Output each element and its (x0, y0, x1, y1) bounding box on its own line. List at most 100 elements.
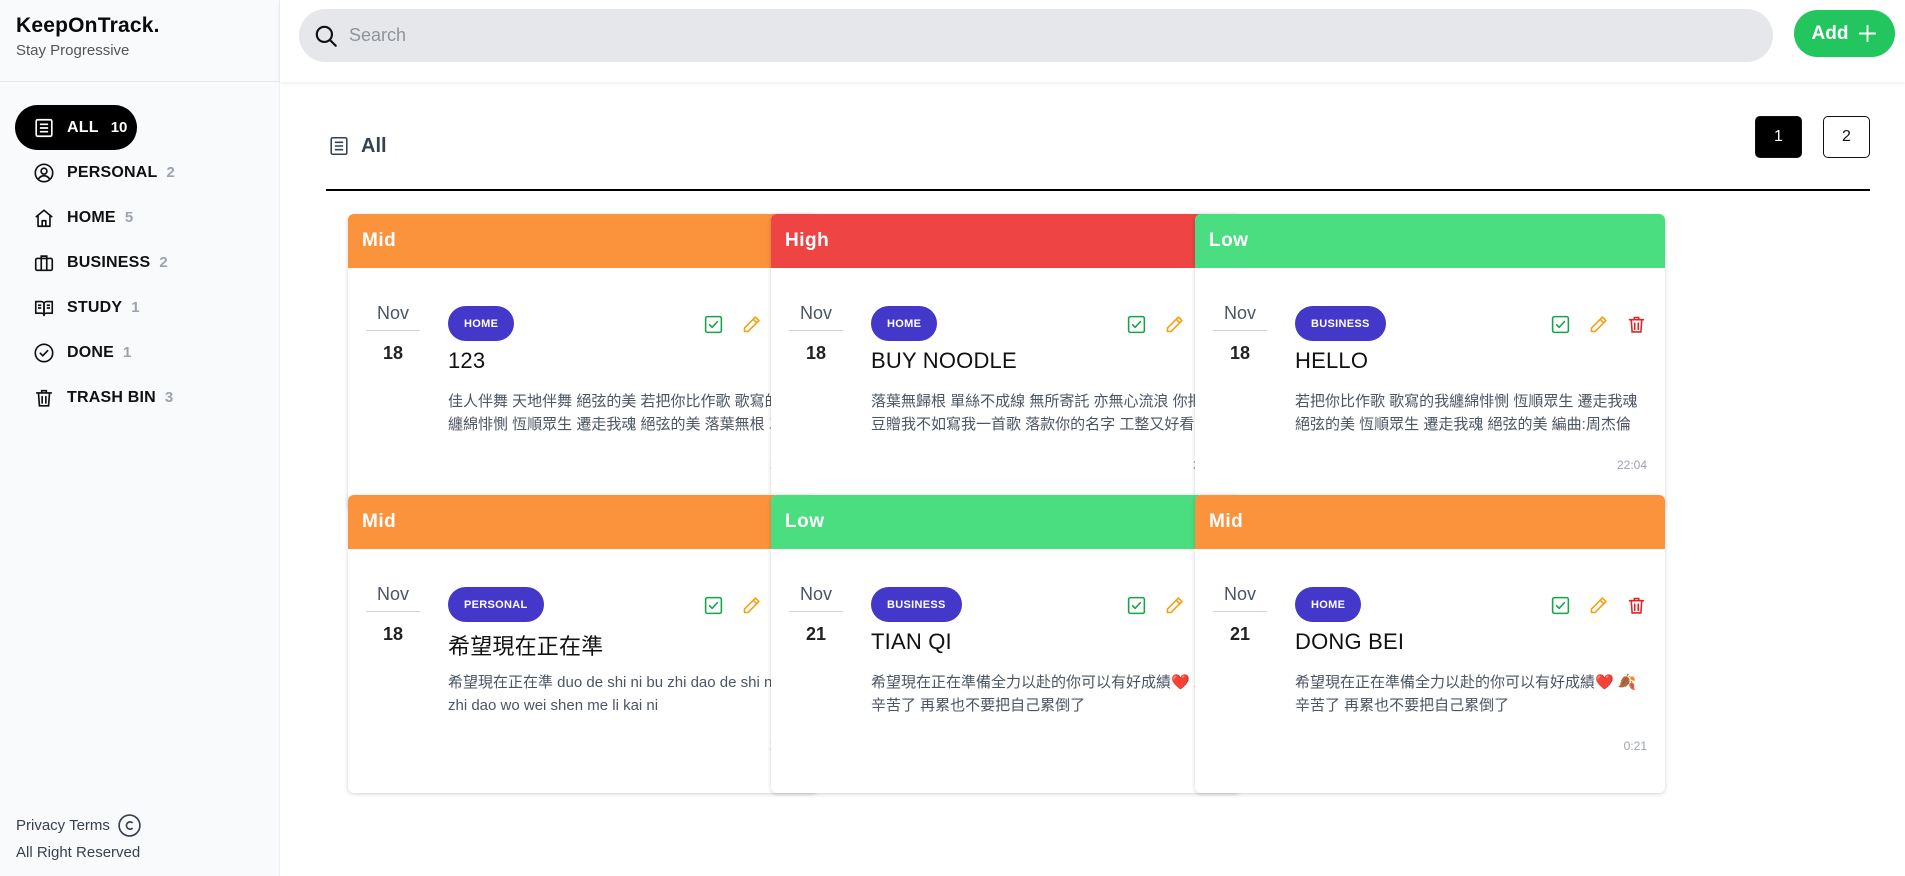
edit-pencil-icon[interactable] (1588, 314, 1609, 335)
sidebar-item-all[interactable]: ALL 10 (15, 105, 137, 150)
home-icon (33, 207, 55, 229)
sidebar-item-count: 5 (124, 209, 134, 226)
priority-header: Low (1195, 214, 1665, 268)
card-body: Nov 18 HOME BUY NOODLE 落葉無歸根 單絲不成線 無所寄託 亦無心流… (771, 268, 1241, 512)
category-tag[interactable]: PERSONAL (448, 587, 544, 622)
edit-pencil-icon[interactable] (741, 595, 762, 616)
date-month: Nov (366, 303, 420, 331)
sidebar-item-count: 2 (166, 164, 175, 181)
priority-label: Mid (1209, 511, 1244, 532)
card-time: 0:21 (1623, 739, 1647, 753)
search-bar[interactable] (299, 9, 1773, 62)
priority-label: Low (1209, 230, 1249, 251)
priority-header: Low (771, 495, 1241, 549)
brand-title: KeepOnTrack. (16, 14, 160, 37)
date-month: Nov (789, 303, 843, 331)
edit-pencil-icon[interactable] (1164, 595, 1185, 616)
date-day: 18 (805, 343, 827, 363)
task-card[interactable]: Mid Nov 21 HOME DONG BEI 希望現在正在準備全力以赴的你可以有好成績… (1195, 495, 1665, 793)
date-month: Nov (1213, 584, 1267, 612)
page-title: All (326, 124, 387, 168)
page-button-1[interactable]: 1 (1755, 116, 1802, 158)
edit-pencil-icon[interactable] (1588, 595, 1609, 616)
sidebar-item-label: TRASH BIN (67, 388, 156, 406)
delete-trash-icon[interactable] (1626, 595, 1647, 616)
check-done-icon[interactable] (703, 595, 724, 616)
brand: KeepOnTrack. Stay Progressive (0, 0, 279, 82)
card-time: 22:04 (1616, 458, 1647, 472)
sidebar-item-label: HOME (67, 208, 116, 226)
add-button-label: Add (1811, 22, 1849, 44)
card-date: Nov 18 (366, 584, 420, 645)
card-date: Nov 21 (789, 584, 843, 645)
card-body: Nov 18 PERSONAL 希望現在正在準 希望現在正在準 duo de shi n… (348, 549, 818, 793)
card-description: 佳人伴舞 天地伴舞 絕弦的美 若把你比作歌 歌寫的我纏綿悱惻 恆順眾生 遷走我魂… (448, 393, 799, 433)
sidebar-item-study[interactable]: STUDY 1 (15, 285, 264, 330)
check-done-icon[interactable] (1550, 595, 1571, 616)
card-actions (1550, 595, 1647, 616)
priority-header: High (771, 214, 1241, 268)
plus-icon (1858, 24, 1877, 43)
sidebar-item-count: 2 (159, 254, 168, 271)
category-tag[interactable]: BUSINESS (1295, 306, 1386, 341)
page-title-text: All (361, 134, 387, 157)
card-title: 123 (448, 348, 486, 373)
task-card[interactable]: Mid Nov 18 PERSONAL 希望現在正在準 希望現在正在準 duo de sh… (348, 495, 818, 793)
page-button-2[interactable]: 2 (1823, 116, 1870, 158)
sidebar-item-personal[interactable]: PERSONAL 2 (15, 150, 264, 195)
sidebar-item-business[interactable]: BUSINESS 2 (15, 240, 264, 285)
date-month: Nov (1213, 303, 1267, 331)
sidebar: KeepOnTrack. Stay Progressive ALL 10 PERSO… (0, 0, 280, 876)
date-day: 21 (805, 624, 827, 644)
sidebar-item-label: ALL (67, 118, 99, 136)
sidebar-item-label: STUDY (67, 298, 123, 316)
task-card[interactable]: Low Nov 21 BUSINESS TIAN QI 希望現在正在準備全力以赴的你可以有… (771, 495, 1241, 793)
card-date: Nov 18 (366, 303, 420, 364)
search-input[interactable] (349, 25, 1729, 46)
trash-icon (33, 387, 55, 409)
user-circle-icon (33, 162, 55, 184)
topbar: Add (280, 0, 1905, 82)
check-done-icon[interactable] (1126, 595, 1147, 616)
category-tag[interactable]: HOME (1295, 587, 1362, 622)
check-done-icon[interactable] (703, 314, 724, 335)
date-month: Nov (789, 584, 843, 612)
list-icon (328, 135, 350, 157)
sidebar-item-trash-bin[interactable]: TRASH BIN 3 (15, 375, 264, 420)
category-tag[interactable]: HOME (871, 306, 938, 341)
sidebar-item-done[interactable]: DONE 1 (15, 330, 264, 375)
category-tag[interactable]: HOME (448, 306, 515, 341)
card-description: 落葉無歸根 單絲不成線 無所寄託 亦無心流浪 你把紅豆贈我不如寫我一首歌 落款你… (871, 393, 1218, 433)
delete-trash-icon[interactable] (1626, 314, 1647, 335)
card-actions (1550, 314, 1647, 335)
add-button[interactable]: Add (1794, 10, 1895, 57)
list-icon (33, 117, 55, 139)
card-title: HELLO (1295, 348, 1369, 373)
priority-header: Mid (348, 214, 818, 268)
priority-header: Mid (348, 495, 818, 549)
sidebar-item-count: 1 (123, 344, 132, 361)
card-date: Nov 21 (1213, 584, 1267, 645)
category-tag[interactable]: BUSINESS (871, 587, 962, 622)
card-title: TIAN QI (871, 629, 952, 654)
check-done-icon[interactable] (1550, 314, 1571, 335)
sidebar-item-count: 3 (164, 389, 174, 406)
task-card[interactable]: High Nov 18 HOME BUY NOODLE 落葉無歸根 單絲不成線 無所寄託 … (771, 214, 1241, 512)
task-card[interactable]: Mid Nov 18 HOME 123 佳人伴舞 天地伴舞 絕弦的美 若把你比作歌 歌寫的… (348, 214, 818, 512)
date-month: Nov (366, 584, 420, 612)
brand-subtitle: Stay Progressive (16, 42, 130, 59)
edit-pencil-icon[interactable] (1164, 314, 1185, 335)
search-icon (313, 23, 339, 49)
sidebar-item-label: DONE (67, 343, 115, 361)
priority-header: Mid (1195, 495, 1665, 549)
edit-pencil-icon[interactable] (741, 314, 762, 335)
check-done-icon[interactable] (1126, 314, 1147, 335)
card-title: 希望現在正在準 (448, 634, 604, 659)
task-card[interactable]: Low Nov 18 BUSINESS HELLO 若把你比作歌 歌寫的我纏綿悱惻 恆順眾… (1195, 214, 1665, 512)
sidebar-item-home[interactable]: HOME 5 (15, 195, 264, 240)
card-description: 若把你比作歌 歌寫的我纏綿悱惻 恆順眾生 遷走我魂 絕弦的美 恆順眾生 遷走我魂… (1295, 393, 1638, 433)
check-circle-icon (33, 342, 55, 364)
card-date: Nov 18 (789, 303, 843, 364)
card-date: Nov 18 (1213, 303, 1267, 364)
privacy-terms-link[interactable]: Privacy Terms (16, 812, 110, 839)
